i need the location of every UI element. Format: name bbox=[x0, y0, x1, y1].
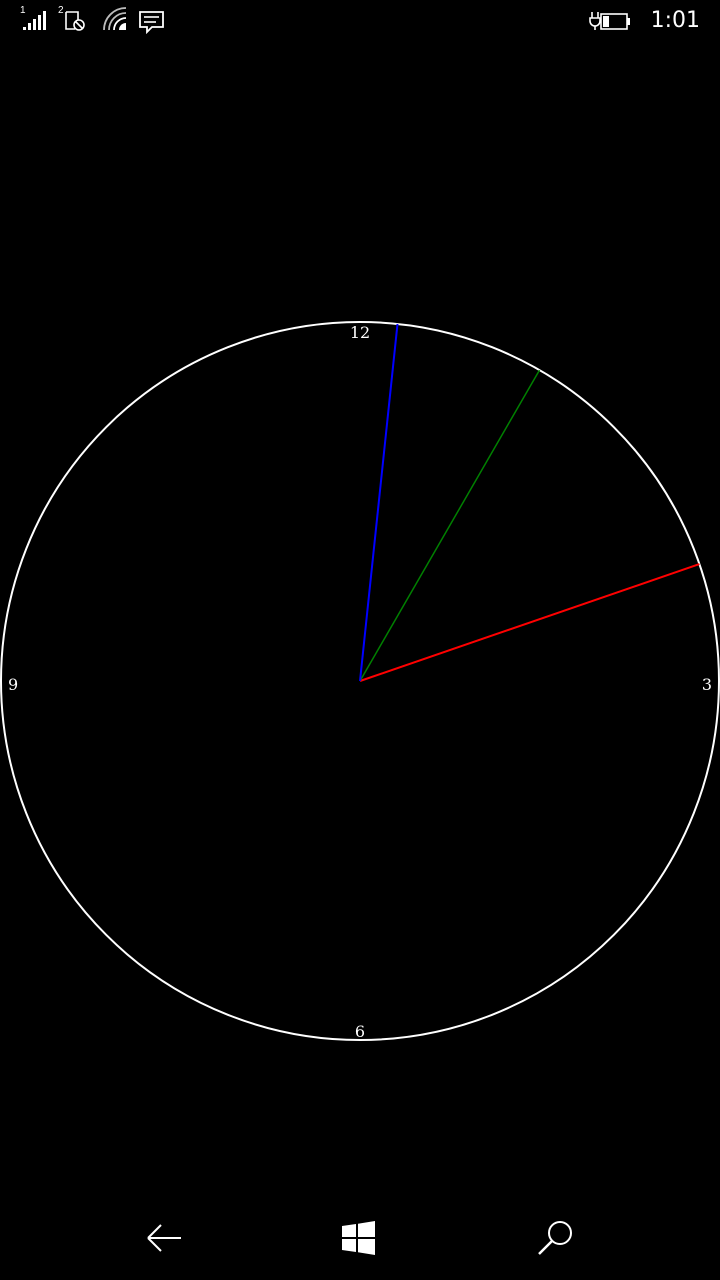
windows-start-icon bbox=[342, 1221, 375, 1255]
dial-label-6: 6 bbox=[355, 1022, 365, 1041]
second-hand bbox=[359, 323, 399, 682]
dial-label-9: 9 bbox=[8, 675, 18, 694]
hour-hand bbox=[359, 563, 700, 682]
clock-app-screen: 1 2 1:01 12 3 6 9 bbox=[0, 0, 720, 1280]
back-arrow-icon bbox=[147, 1224, 181, 1252]
dial-label-12: 12 bbox=[350, 323, 370, 342]
start-button[interactable] bbox=[334, 1214, 382, 1262]
search-button[interactable] bbox=[532, 1214, 580, 1262]
navigation-bar bbox=[0, 1196, 720, 1280]
analog-clock: 12 3 6 9 bbox=[0, 321, 720, 1041]
search-icon bbox=[538, 1221, 572, 1255]
dial-label-3: 3 bbox=[702, 675, 712, 694]
back-button[interactable] bbox=[140, 1214, 188, 1262]
